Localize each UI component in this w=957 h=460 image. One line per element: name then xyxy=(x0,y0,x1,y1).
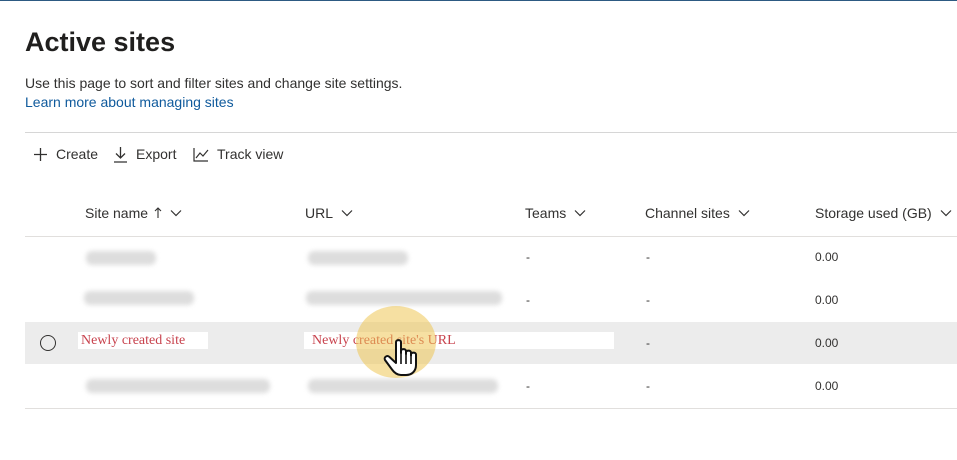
page-title: Active sites xyxy=(25,27,176,57)
redacted-site-name xyxy=(84,291,194,305)
storage-cell: 0.00 xyxy=(815,336,839,350)
channel-sites-header-label: Channel sites xyxy=(645,205,730,221)
teams-cell: - xyxy=(526,250,530,264)
channel-sites-cell: - xyxy=(646,250,650,264)
learn-more-link[interactable]: Learn more about managing sites xyxy=(25,94,234,110)
chevron-down-icon xyxy=(341,210,353,217)
command-bar-divider xyxy=(25,132,957,133)
chevron-down-icon xyxy=(738,210,750,217)
page-description: Use this page to sort and filter sites a… xyxy=(25,75,403,91)
storage-cell: 0.00 xyxy=(815,250,839,264)
site-name-header-label: Site name xyxy=(85,205,149,221)
export-label: Export xyxy=(136,146,177,162)
chevron-down-icon xyxy=(940,210,952,217)
download-icon xyxy=(114,146,127,163)
top-border xyxy=(0,0,957,1)
track-view-button[interactable]: Track view xyxy=(193,143,283,165)
redacted-url xyxy=(308,379,498,393)
channel-sites-cell: - xyxy=(646,293,650,307)
column-header-storage-used[interactable]: Storage used (GB) xyxy=(815,205,952,221)
redacted-url xyxy=(306,291,502,305)
redacted-site-name xyxy=(86,251,156,265)
row-select-radio[interactable] xyxy=(40,335,56,351)
redacted-site-name xyxy=(86,379,270,393)
column-header-site-name[interactable]: Site name xyxy=(85,205,182,221)
storage-cell: 0.00 xyxy=(815,293,839,307)
site-name-annotation: Newly created site xyxy=(81,333,186,348)
column-header-channel-sites[interactable]: Channel sites xyxy=(645,205,750,221)
track-view-label: Track view xyxy=(217,146,284,162)
column-header-teams[interactable]: Teams xyxy=(525,205,586,221)
create-button[interactable]: Create xyxy=(33,143,98,165)
storage-cell: 0.00 xyxy=(815,379,839,393)
teams-cell: - xyxy=(526,379,530,393)
channel-sites-cell: - xyxy=(646,379,650,393)
plus-icon xyxy=(34,147,47,161)
chevron-down-icon xyxy=(170,210,182,217)
trend-line-icon xyxy=(193,147,209,162)
export-button[interactable]: Export xyxy=(113,143,176,165)
teams-cell: - xyxy=(526,293,530,307)
url-header-label: URL xyxy=(305,205,334,221)
teams-header-label: Teams xyxy=(525,205,567,221)
create-label: Create xyxy=(56,146,99,162)
column-header-url[interactable]: URL xyxy=(305,205,353,221)
channel-sites-cell: - xyxy=(646,336,650,350)
sort-ascending-arrow-icon xyxy=(154,207,162,218)
table-bottom-divider xyxy=(25,408,957,409)
chevron-down-icon xyxy=(574,210,586,217)
redacted-url xyxy=(308,251,408,265)
storage-header-label: Storage used (GB) xyxy=(815,205,932,221)
hand-pointer-icon xyxy=(383,339,417,376)
